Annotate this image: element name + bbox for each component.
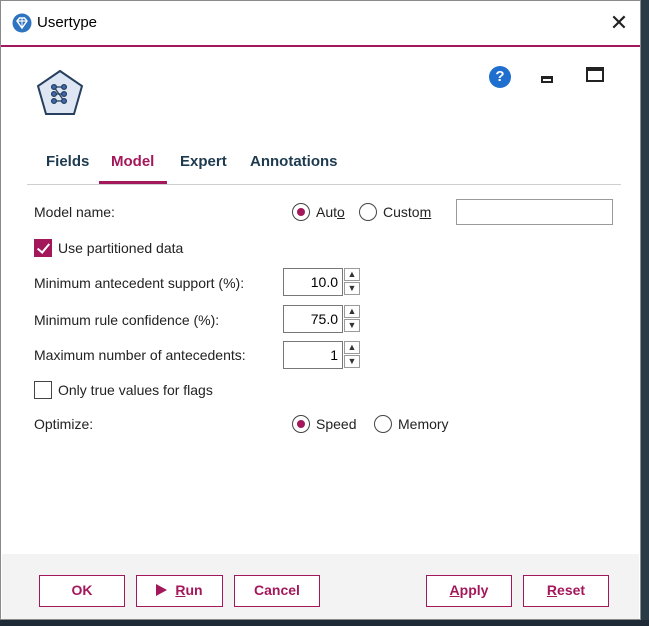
minimize-icon[interactable]	[541, 76, 553, 83]
max-antecedents-stepper: ▲ ▼	[344, 341, 360, 369]
stepper-up-icon[interactable]: ▲	[344, 268, 360, 281]
model-name-custom-label[interactable]: Custom	[383, 204, 431, 220]
title-bar: Usertype ✕	[1, 1, 640, 47]
stepper-down-icon[interactable]: ▼	[344, 319, 360, 332]
tab-model[interactable]: Model	[111, 141, 154, 183]
model-name-custom-radio[interactable]	[359, 203, 377, 221]
cancel-button[interactable]: Cancel	[234, 575, 320, 607]
stepper-up-icon[interactable]: ▲	[344, 305, 360, 318]
use-partitioned-checkbox[interactable]	[34, 239, 52, 257]
ok-button[interactable]: OK	[39, 575, 125, 607]
tab-fields[interactable]: Fields	[46, 141, 89, 183]
tab-expert[interactable]: Expert	[180, 141, 227, 183]
reset-button[interactable]: Reset	[523, 575, 609, 607]
min-rule-confidence-stepper: ▲ ▼	[344, 305, 360, 333]
association-rules-node-icon	[35, 69, 85, 117]
min-antecedent-support-stepper: ▲ ▼	[344, 268, 360, 296]
stepper-up-icon[interactable]: ▲	[344, 341, 360, 354]
node-diamond-icon	[12, 13, 32, 33]
max-antecedents-input[interactable]: 1	[283, 341, 343, 369]
stepper-down-icon[interactable]: ▼	[344, 355, 360, 368]
only-true-flags-label[interactable]: Only true values for flags	[58, 382, 213, 398]
max-antecedents-label: Maximum number of antecedents:	[34, 347, 246, 363]
window-title: Usertype	[37, 14, 98, 31]
only-true-flags-checkbox[interactable]	[34, 381, 52, 399]
model-name-label: Model name:	[34, 204, 115, 220]
apply-button[interactable]: Apply	[426, 575, 512, 607]
dialog-window: Usertype ✕ ? Fields Model Expert Annotat…	[0, 0, 641, 620]
min-rule-confidence-label: Minimum rule confidence (%):	[34, 312, 220, 328]
optimize-label: Optimize:	[34, 416, 94, 432]
stepper-down-icon[interactable]: ▼	[344, 282, 360, 295]
close-icon[interactable]: ✕	[606, 10, 632, 36]
use-partitioned-label[interactable]: Use partitioned data	[58, 240, 183, 256]
optimize-speed-label[interactable]: Speed	[316, 416, 356, 432]
optimize-memory-radio[interactable]	[374, 415, 392, 433]
help-icon[interactable]: ?	[489, 66, 511, 88]
tab-divider	[27, 184, 621, 185]
maximize-icon[interactable]	[586, 67, 604, 82]
model-name-auto-label[interactable]: Auto	[316, 204, 345, 220]
background-window-strip	[0, 620, 649, 626]
custom-model-name-input[interactable]	[456, 199, 613, 225]
tab-annotations[interactable]: Annotations	[250, 141, 338, 183]
min-antecedent-support-label: Minimum antecedent support (%):	[34, 275, 245, 291]
optimize-memory-label[interactable]: Memory	[398, 416, 449, 432]
min-rule-confidence-input[interactable]: 75.0	[283, 305, 343, 333]
model-name-auto-radio[interactable]	[292, 203, 310, 221]
min-antecedent-support-input[interactable]: 10.0	[283, 268, 343, 296]
run-button[interactable]: Run	[136, 575, 223, 607]
optimize-speed-radio[interactable]	[292, 415, 310, 433]
play-icon	[156, 584, 168, 596]
